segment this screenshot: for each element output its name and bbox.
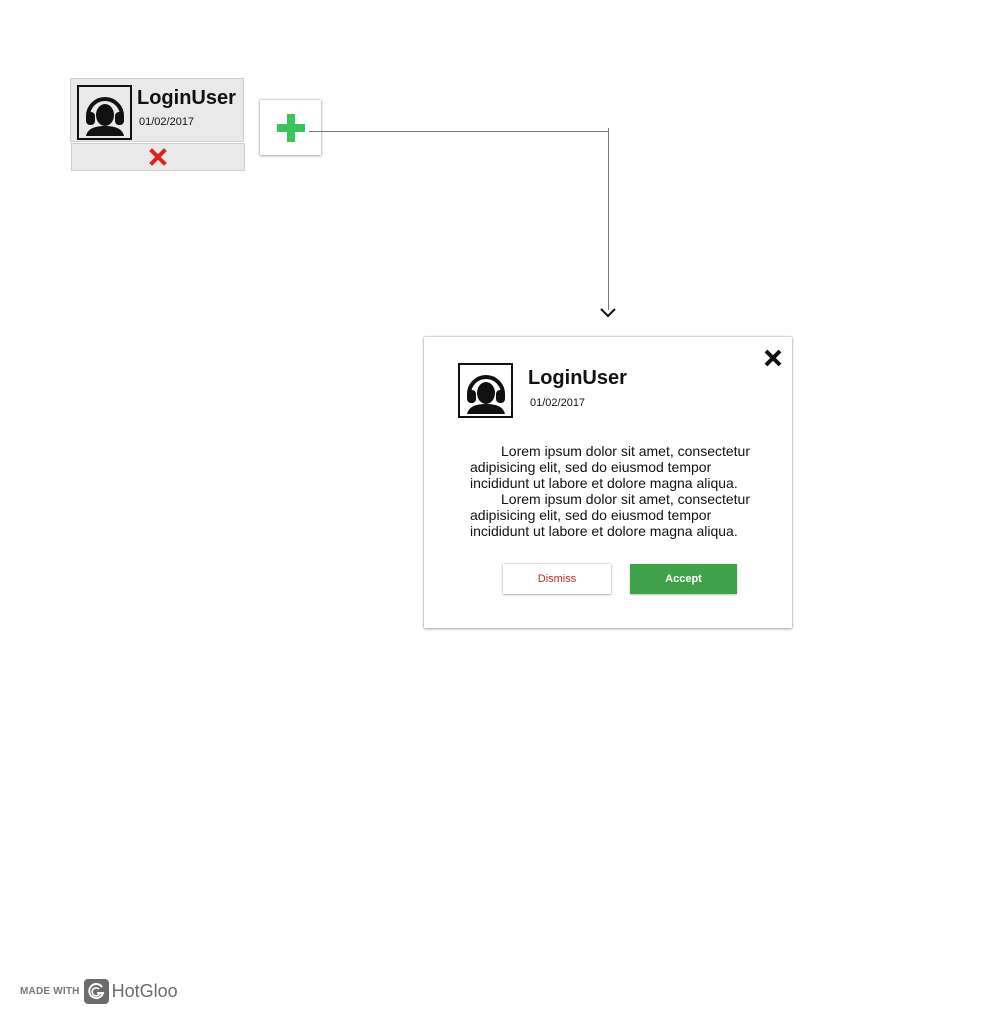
dialog-paragraph: Lorem ipsum dolor sit amet, consectetur …: [470, 443, 750, 491]
chevron-down-icon: [600, 308, 616, 318]
close-x-icon: [149, 148, 167, 166]
made-with-label: MADE WITH: [20, 985, 80, 997]
accept-button[interactable]: Accept: [630, 564, 737, 594]
user-date: 01/02/2017: [139, 116, 195, 128]
user-card: LoginUser 01/02/2017: [70, 78, 244, 142]
user-name: LoginUser: [137, 87, 236, 109]
dialog-close-button[interactable]: [762, 347, 784, 369]
dialog-user-date: 01/02/2017: [530, 397, 586, 409]
connector-line: [309, 131, 609, 132]
dialog-paragraph: Lorem ipsum dolor sit amet, consectetur …: [470, 491, 750, 539]
hotgloo-logo-icon: [83, 978, 109, 1004]
brand-name: HotGloo: [111, 980, 178, 1001]
remove-user-button[interactable]: [71, 143, 245, 171]
plus-icon: [276, 113, 305, 142]
user-dialog: LoginUser 01/02/2017 Lorem ipsum dolor s…: [424, 337, 792, 628]
dialog-body: Lorem ipsum dolor sit amet, consectetur …: [470, 443, 770, 539]
add-button[interactable]: [260, 100, 321, 155]
connector-line: [608, 128, 609, 310]
close-x-icon: [764, 349, 782, 367]
user-headset-icon: [458, 363, 513, 418]
dialog-user-name: LoginUser: [528, 367, 627, 389]
made-with-badge[interactable]: MADE WITH HotGloo: [20, 978, 178, 1004]
dismiss-button[interactable]: Dismiss: [503, 564, 611, 594]
user-headset-icon: [77, 85, 132, 140]
